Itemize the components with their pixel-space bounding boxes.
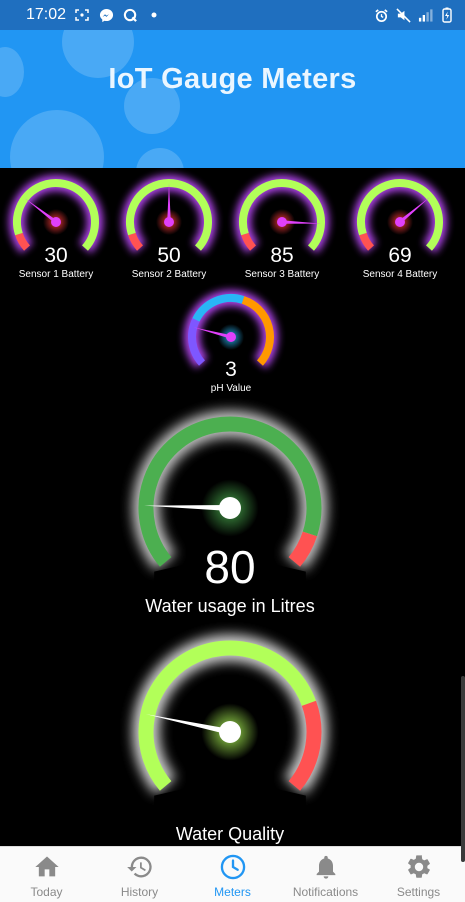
home-icon (34, 856, 59, 877)
page-title: IoT Gauge Meters (108, 63, 357, 95)
battery-charging-icon (439, 7, 455, 23)
scrollbar[interactable] (461, 676, 465, 862)
gauge-dial (132, 634, 328, 846)
status-time: 17:02 (26, 6, 67, 23)
gauge-hub (219, 497, 241, 519)
gauge-hub (164, 217, 174, 227)
water-usage-gauge: 80 Water usage in Litres (132, 410, 328, 626)
water-quality-gauge: Water Quality (132, 634, 328, 846)
gear-icon (407, 855, 430, 878)
app-header: IoT Gauge Meters (0, 30, 465, 168)
gauge-value: 80 (204, 541, 256, 593)
clock-icon (220, 854, 245, 880)
nav-label: Settings (396, 885, 441, 899)
nav-label: History (120, 885, 159, 899)
nav-today[interactable]: Today (0, 847, 93, 902)
nav-label: Meters (214, 885, 251, 899)
ph-value-gauge: 3 pH Value (183, 289, 279, 399)
gauge-hub (277, 217, 287, 227)
gauge-hub (219, 721, 241, 743)
nav-label: Today (30, 885, 63, 899)
gauge-label: Sensor 3 Battery (244, 269, 320, 280)
nav-meters[interactable]: Meters (186, 847, 279, 902)
bell-icon (316, 855, 335, 879)
gauge-label: Water usage in Litres (145, 596, 315, 616)
gauge-label: Sensor 4 Battery (362, 269, 438, 280)
gauge-value: 69 (388, 244, 412, 267)
sensor-2-battery-gauge: 50 Sensor 2 Battery (121, 174, 217, 284)
gauge-value: 85 (270, 244, 294, 267)
gauge-hub (395, 217, 405, 227)
signal-icon (417, 7, 433, 23)
alarm-icon (373, 7, 389, 23)
nav-history[interactable]: History (93, 847, 186, 902)
gauge-label: Water Quality (175, 824, 285, 844)
nav-notifications[interactable]: Notifications (279, 847, 372, 902)
sensor-1-battery-gauge: 30 Sensor 1 Battery (8, 174, 104, 284)
gauge-value: 50 (157, 244, 181, 267)
nav-settings[interactable]: Settings (372, 847, 465, 902)
messenger-icon (98, 7, 114, 23)
sensor-3-battery-gauge: 85 Sensor 3 Battery (234, 174, 330, 284)
gauge-hub (51, 217, 61, 227)
dot-icon (146, 7, 162, 23)
gauge-value: 3 (225, 358, 237, 381)
bottom-navigation: Today History Meters Notifications Setti… (0, 846, 465, 902)
mute-icon (395, 7, 411, 23)
nav-label: Notifications (292, 885, 359, 899)
history-icon (126, 856, 152, 878)
sensor-4-battery-gauge: 69 Sensor 4 Battery (352, 174, 448, 284)
gauges-panel: 30 Sensor 1 Battery 50 Sensor 2 Battery … (0, 168, 465, 846)
screenshot-icon (74, 7, 90, 23)
gauge-value: 30 (44, 244, 68, 267)
gauge-hub (226, 332, 236, 342)
decor-bubble (136, 148, 184, 168)
gauge-label: pH Value (210, 383, 252, 394)
status-bar: 17:02 (0, 0, 465, 30)
q-app-icon (122, 7, 138, 23)
decor-bubble (10, 110, 104, 168)
